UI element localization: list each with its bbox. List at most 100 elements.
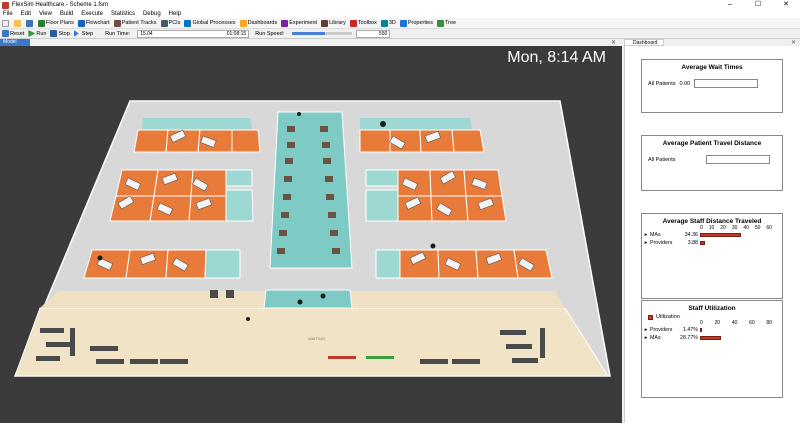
- floorplan-svg: WAITING: [13, 100, 611, 377]
- waiting-indicator-green: [366, 356, 394, 359]
- reset-icon: [2, 30, 9, 37]
- run-time-value: 15.04: [140, 30, 153, 37]
- bar-mas: [700, 336, 721, 340]
- tab-model[interactable]: Model: [0, 39, 30, 46]
- bar-mas: [700, 233, 742, 237]
- reset-button[interactable]: Reset: [2, 30, 24, 37]
- exam-room: [125, 249, 169, 279]
- floorplan-icon: [38, 19, 45, 27]
- waiting-area: [14, 307, 609, 377]
- pci-icon: [160, 19, 168, 27]
- expand-arrow-icon[interactable]: ▸: [642, 327, 650, 333]
- row-label: Providers: [650, 327, 673, 333]
- avg-wait-panel: Average Wait Times All Patients 0.00: [641, 59, 783, 113]
- toolbar-patient-tracks[interactable]: Patient Tracks: [113, 19, 157, 27]
- tab-dashboard[interactable]: Dashboard: [624, 39, 664, 46]
- title-bar: FlexSim Healthcare - Scheme 1.fsm – ☐ ✕: [0, 0, 800, 10]
- travel-distance-panel: Average Patient Travel Distance All Pati…: [641, 135, 783, 191]
- exam-room: [133, 129, 169, 153]
- teal-room: [375, 249, 401, 279]
- travel-distance-bar-box: [705, 155, 770, 164]
- expand-arrow-icon[interactable]: ▸: [642, 232, 650, 238]
- menu-execute[interactable]: Execute: [81, 11, 103, 17]
- expand-arrow-icon[interactable]: ▸: [642, 335, 650, 341]
- check-in-desk: [263, 289, 353, 309]
- toolbar-flowchart[interactable]: Flowchart: [77, 19, 110, 27]
- axis-tick: 60: [766, 225, 772, 231]
- model-close-icon[interactable]: ✕: [611, 39, 616, 46]
- run-time-field: 15.04 01:08:15: [137, 29, 250, 38]
- staff-distance-row-mas: ▸ MAs 34.36: [642, 231, 782, 239]
- avg-wait-bar-box: [694, 79, 759, 88]
- axis-tick: 0: [700, 320, 703, 326]
- waiting-area-label: WAITING: [308, 336, 325, 341]
- exam-room: [465, 195, 507, 222]
- menu-debug[interactable]: Debug: [143, 11, 161, 17]
- toolbar-tree[interactable]: Tree: [436, 19, 456, 27]
- folder-icon: [14, 19, 21, 27]
- toolbar-dashboards[interactable]: Dashboards: [239, 19, 277, 27]
- dashboard-close-icon[interactable]: ✕: [791, 39, 796, 46]
- axis-tick: 80: [766, 320, 772, 326]
- close-button[interactable]: ✕: [772, 0, 800, 10]
- run-time-label: Run Time:: [105, 30, 131, 37]
- expand-arrow-icon[interactable]: ▸: [642, 240, 650, 246]
- axis-tick: 40: [743, 225, 749, 231]
- save-icon: [26, 19, 33, 27]
- model-3d-view[interactable]: Mon, 8:14 AM WAITING: [0, 46, 622, 423]
- menu-statistics[interactable]: Statistics: [111, 11, 135, 17]
- row-value: 3.88: [687, 240, 698, 246]
- menu-file[interactable]: File: [3, 11, 13, 17]
- dashboard-panel: Average Wait Times All Patients 0.00 Ave…: [624, 46, 800, 423]
- teal-room: [360, 118, 472, 130]
- axis-tick: 20: [714, 320, 721, 326]
- run-speed-value[interactable]: 550: [356, 29, 391, 38]
- bar-providers: [700, 241, 705, 245]
- staff-utilization-title: Staff Utilization: [688, 305, 736, 312]
- travel-distance-title: Average Patient Travel Distance: [662, 140, 762, 147]
- legend-swatch: [648, 314, 653, 320]
- legend-label: Utilization: [656, 314, 680, 320]
- row-value: 1.47%: [682, 327, 698, 333]
- menu-bar: File Edit View Build Execute Statistics …: [0, 10, 800, 18]
- toolbar-global-processes[interactable]: Global Processes: [184, 19, 236, 27]
- menu-build[interactable]: Build: [60, 11, 73, 17]
- maximize-button[interactable]: ☐: [744, 0, 772, 10]
- travel-distance-label: All Patients: [648, 156, 676, 163]
- axis-tick: 0: [700, 225, 703, 231]
- minimize-button[interactable]: –: [716, 0, 744, 10]
- teal-room: [365, 169, 399, 187]
- toolbar-pcis[interactable]: PCIs: [160, 19, 180, 27]
- run-button[interactable]: Run: [28, 30, 46, 37]
- staff-utilization-panel: Staff Utilization Utilization 0 20 40 60…: [641, 300, 783, 398]
- staff-utilization-row-providers: ▸ Providers 1.47%: [642, 326, 782, 334]
- save-button[interactable]: [26, 19, 34, 27]
- toolbar-3d[interactable]: 3D: [380, 19, 396, 27]
- toolbar-experiment[interactable]: Experiment: [281, 19, 317, 27]
- toolbar-properties[interactable]: Properties: [399, 19, 433, 27]
- axis-tick: 10: [708, 225, 715, 231]
- toolbar-floor-plans[interactable]: Floor Plans: [38, 19, 74, 27]
- menu-view[interactable]: View: [39, 11, 52, 17]
- open-button[interactable]: [14, 19, 22, 27]
- avg-wait-title: Average Wait Times: [681, 64, 743, 71]
- tree-icon: [436, 19, 444, 27]
- bar-providers: [700, 328, 702, 332]
- new-button[interactable]: [2, 19, 10, 27]
- menu-help[interactable]: Help: [169, 11, 181, 17]
- toolbar-toolbox[interactable]: Toolbox: [349, 19, 377, 27]
- play-icon: [28, 30, 36, 37]
- run-time-clock: 01:08:15: [226, 30, 247, 37]
- run-speed-slider[interactable]: [292, 32, 353, 35]
- exam-room: [231, 129, 261, 153]
- toolbar-library[interactable]: Library: [321, 19, 346, 27]
- stop-button[interactable]: Stop: [50, 30, 70, 37]
- properties-icon: [399, 19, 407, 27]
- step-button[interactable]: Step: [73, 30, 93, 37]
- row-value: 28.77%: [680, 335, 698, 341]
- waiting-indicator-red: [328, 356, 356, 359]
- axis-tick: 60: [749, 320, 755, 326]
- row-label: MAs: [650, 232, 661, 238]
- step-icon: [73, 30, 79, 37]
- menu-edit[interactable]: Edit: [21, 11, 31, 17]
